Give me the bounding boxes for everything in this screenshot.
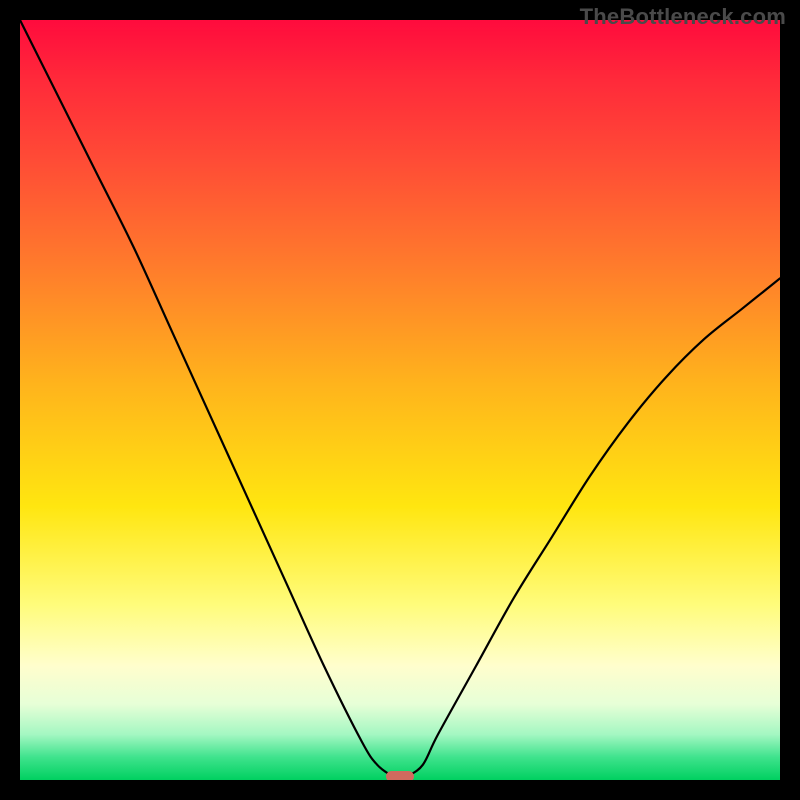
valley-marker: [386, 771, 414, 780]
watermark-text: TheBottleneck.com: [580, 4, 786, 30]
curve-svg: [20, 20, 780, 780]
plot-area: [20, 20, 780, 780]
chart-frame: TheBottleneck.com: [0, 0, 800, 800]
bottleneck-curve: [20, 20, 780, 780]
